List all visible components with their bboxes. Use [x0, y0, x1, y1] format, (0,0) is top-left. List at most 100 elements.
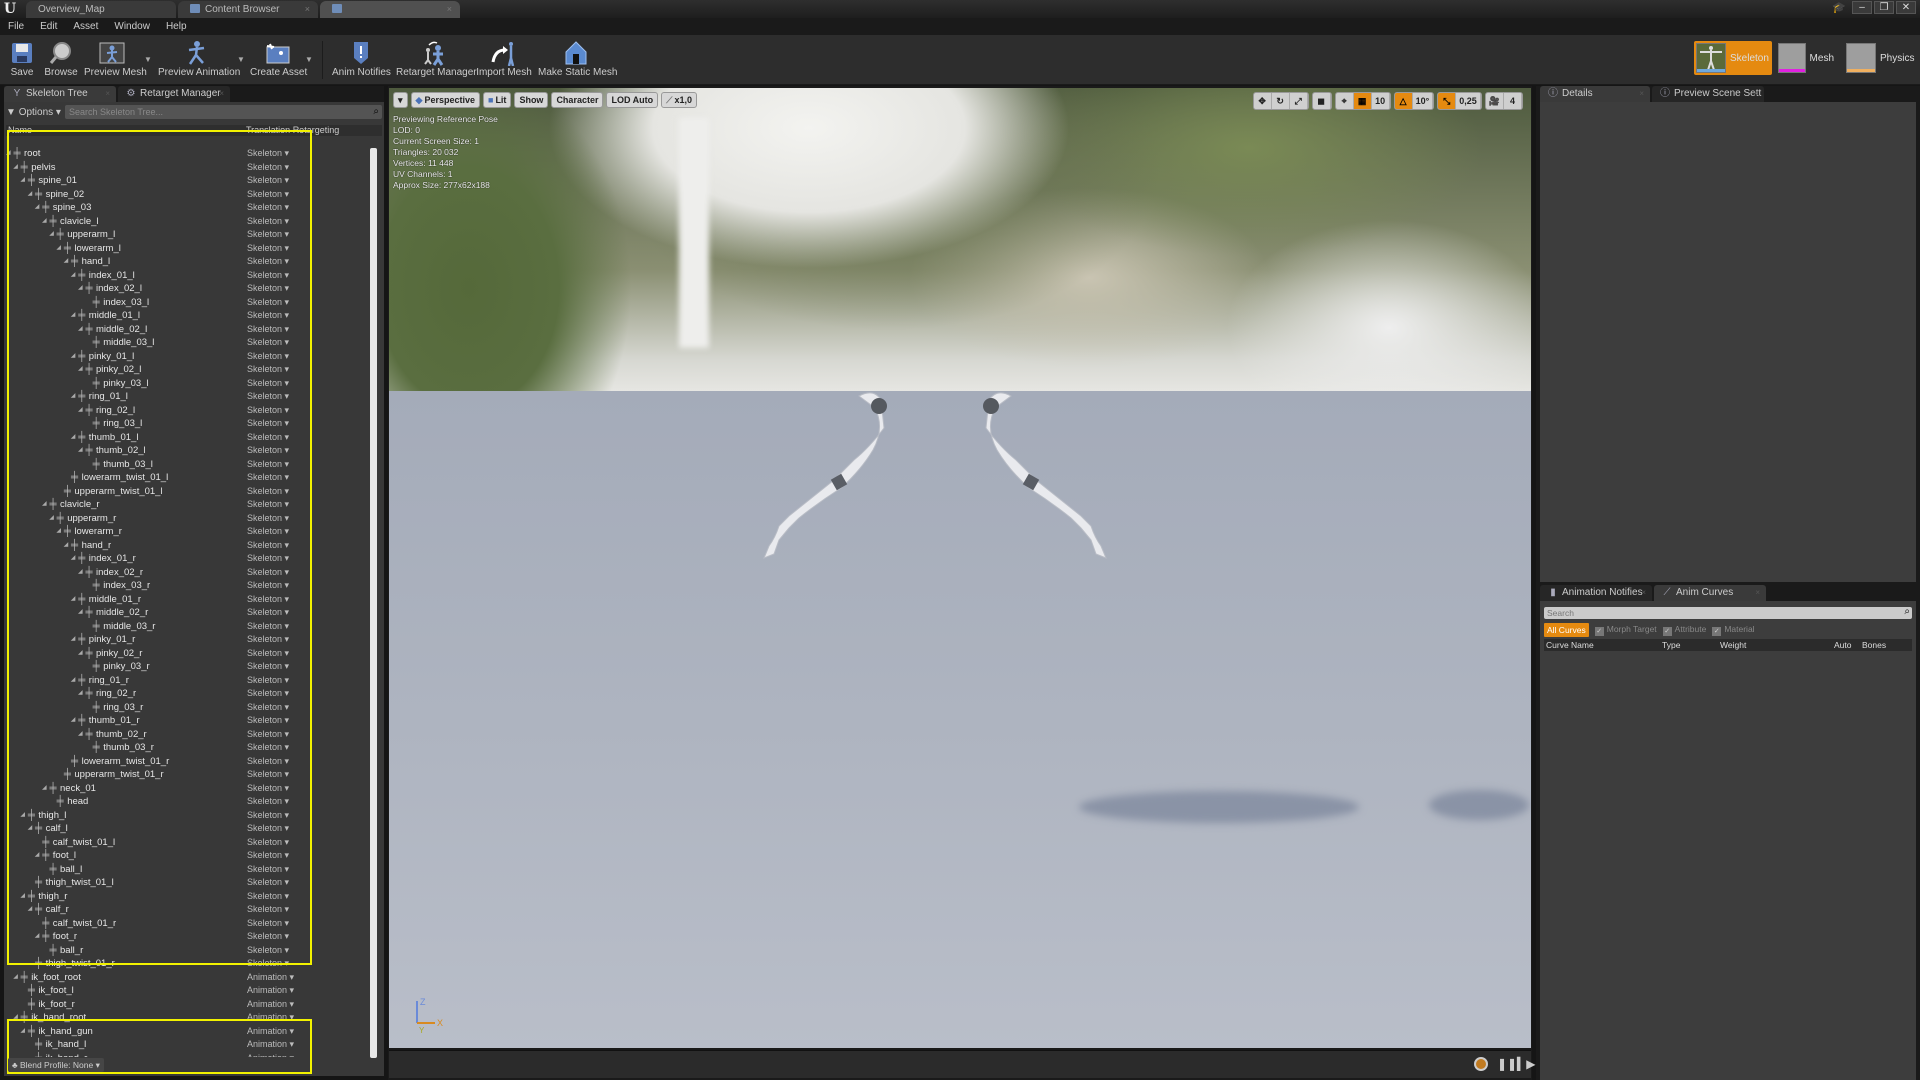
- viewport-options-dropdown[interactable]: ▾: [393, 92, 408, 108]
- preview-mesh-dropdown-icon[interactable]: ▼: [144, 55, 152, 64]
- bone-row[interactable]: ◢ ╪ calf_r Skeleton ▾: [6, 903, 366, 917]
- translation-retargeting-dropdown[interactable]: Skeleton ▾: [247, 849, 289, 863]
- translation-retargeting-dropdown[interactable]: Animation ▾: [247, 998, 294, 1012]
- translation-retargeting-dropdown[interactable]: Skeleton ▾: [247, 674, 289, 688]
- close-tab-icon[interactable]: ×: [1641, 585, 1646, 601]
- bone-row[interactable]: ◢ ╪ spine_01 Skeleton ▾: [6, 174, 366, 188]
- preview-mesh-button[interactable]: Preview Mesh: [84, 37, 147, 81]
- bone-row[interactable]: ╪ middle_03_l Skeleton ▾: [6, 336, 366, 350]
- bone-row[interactable]: ╪ ik_foot_r Animation ▾: [6, 998, 366, 1012]
- bone-row[interactable]: ╪ thumb_03_r Skeleton ▾: [6, 741, 366, 755]
- translation-retargeting-dropdown[interactable]: Skeleton ▾: [247, 444, 289, 458]
- translation-retargeting-dropdown[interactable]: Skeleton ▾: [247, 917, 289, 931]
- menu-asset[interactable]: Asset: [73, 18, 106, 35]
- translation-retargeting-dropdown[interactable]: Skeleton ▾: [247, 282, 289, 296]
- bone-row[interactable]: ◢ ╪ foot_l Skeleton ▾: [6, 849, 366, 863]
- translation-retargeting-dropdown[interactable]: Skeleton ▾: [247, 471, 289, 485]
- bone-row[interactable]: ╪ ik_foot_l Animation ▾: [6, 984, 366, 998]
- bone-row[interactable]: ◢ ╪ thumb_01_r Skeleton ▾: [6, 714, 366, 728]
- bone-row[interactable]: ╪ ball_r Skeleton ▾: [6, 944, 366, 958]
- translation-retargeting-dropdown[interactable]: Skeleton ▾: [247, 890, 289, 904]
- grid-snap-toggle[interactable]: ▦: [1353, 93, 1372, 109]
- translation-retargeting-dropdown[interactable]: Skeleton ▾: [247, 485, 289, 499]
- blend-profile-dropdown[interactable]: ♣ Blend Profile: None ▾: [8, 1058, 104, 1072]
- translation-retargeting-dropdown[interactable]: Skeleton ▾: [247, 701, 289, 715]
- translation-retargeting-dropdown[interactable]: Skeleton ▾: [247, 836, 289, 850]
- translation-retargeting-dropdown[interactable]: Skeleton ▾: [247, 579, 289, 593]
- perspective-button[interactable]: ◆ Perspective: [410, 92, 480, 108]
- lit-button[interactable]: ■ Lit: [483, 92, 512, 108]
- make-static-mesh-button[interactable]: Make Static Mesh: [538, 37, 617, 81]
- menu-window[interactable]: Window: [114, 18, 158, 35]
- translation-retargeting-dropdown[interactable]: Skeleton ▾: [247, 552, 289, 566]
- translation-retargeting-dropdown[interactable]: Skeleton ▾: [247, 660, 289, 674]
- translation-retargeting-dropdown[interactable]: Skeleton ▾: [247, 539, 289, 553]
- tree-scrollbar[interactable]: [370, 148, 377, 1058]
- bone-row[interactable]: ╪ thumb_03_l Skeleton ▾: [6, 458, 366, 472]
- bone-row[interactable]: ╪ middle_03_r Skeleton ▾: [6, 620, 366, 634]
- morph-target-filter[interactable]: ✓ Morph Target: [1594, 624, 1657, 636]
- bone-row[interactable]: ◢ ╪ calf_l Skeleton ▾: [6, 822, 366, 836]
- browse-button[interactable]: Browse: [42, 37, 80, 81]
- scale-mode-icon[interactable]: ⤢: [1290, 93, 1308, 109]
- translation-retargeting-dropdown[interactable]: Skeleton ▾: [247, 498, 289, 512]
- translation-retargeting-dropdown[interactable]: Skeleton ▾: [247, 174, 289, 188]
- translation-retargeting-dropdown[interactable]: Skeleton ▾: [247, 876, 289, 890]
- bone-row[interactable]: ◢ ╪ hand_r Skeleton ▾: [6, 539, 366, 553]
- bone-row[interactable]: ◢ ╪ ik_hand_gun Animation ▾: [6, 1025, 366, 1039]
- bone-row[interactable]: ◢ ╪ pinky_02_r Skeleton ▾: [6, 647, 366, 661]
- translation-retargeting-dropdown[interactable]: Skeleton ▾: [247, 728, 289, 742]
- bone-row[interactable]: ◢ ╪ thigh_l Skeleton ▾: [6, 809, 366, 823]
- bone-row[interactable]: ╪ upperarm_twist_01_r Skeleton ▾: [6, 768, 366, 782]
- translation-retargeting-dropdown[interactable]: Animation ▾: [247, 1025, 294, 1039]
- record-button[interactable]: [1474, 1057, 1488, 1071]
- bone-row[interactable]: ◢ ╪ pinky_01_r Skeleton ▾: [6, 633, 366, 647]
- tab-skeleton-tree[interactable]: Y Skeleton Tree ×: [4, 86, 116, 102]
- column-name[interactable]: Name: [6, 125, 246, 136]
- scale-snap-value[interactable]: 0,25: [1456, 93, 1481, 109]
- translation-retargeting-dropdown[interactable]: Skeleton ▾: [247, 606, 289, 620]
- bone-row[interactable]: ◢ ╪ thigh_r Skeleton ▾: [6, 890, 366, 904]
- save-button[interactable]: Save: [4, 37, 40, 81]
- close-tab-icon[interactable]: ×: [219, 86, 224, 102]
- search-skeleton-tree-input[interactable]: Search Skeleton Tree... ⌕: [64, 105, 382, 119]
- all-curves-button[interactable]: All Curves: [1544, 623, 1589, 637]
- bone-row[interactable]: ╪ upperarm_twist_01_l Skeleton ▾: [6, 485, 366, 499]
- translation-retargeting-dropdown[interactable]: Skeleton ▾: [247, 323, 289, 337]
- bone-row[interactable]: ╪ ik_hand_l Animation ▾: [6, 1038, 366, 1052]
- tab-skeleton-editor[interactable]: SK_Mannequin_Arms_Ske×: [320, 1, 460, 32]
- bone-row[interactable]: ◢ ╪ index_02_l Skeleton ▾: [6, 282, 366, 296]
- translation-retargeting-dropdown[interactable]: Skeleton ▾: [247, 269, 289, 283]
- translation-retargeting-dropdown[interactable]: Animation ▾: [247, 971, 294, 985]
- bone-row[interactable]: ◢ ╪ clavicle_l Skeleton ▾: [6, 215, 366, 229]
- mode-physics-button[interactable]: Physics: [1844, 41, 1920, 75]
- show-button[interactable]: Show: [514, 92, 549, 108]
- translation-retargeting-dropdown[interactable]: Animation ▾: [247, 1038, 294, 1052]
- column-type[interactable]: Type: [1662, 639, 1680, 651]
- translation-retargeting-dropdown[interactable]: Skeleton ▾: [247, 903, 289, 917]
- close-tab-icon[interactable]: ×: [1753, 86, 1758, 102]
- playback-speed-button[interactable]: ⟋ x1,0: [661, 92, 697, 108]
- bone-row[interactable]: ◢ ╪ lowerarm_l Skeleton ▾: [6, 242, 366, 256]
- translation-retargeting-dropdown[interactable]: Skeleton ▾: [247, 593, 289, 607]
- preview-animation-dropdown-icon[interactable]: ▼: [237, 55, 245, 64]
- bone-row[interactable]: ◢ ╪ ring_01_l Skeleton ▾: [6, 390, 366, 404]
- bone-row[interactable]: ◢ ╪ hand_l Skeleton ▾: [6, 255, 366, 269]
- translation-retargeting-dropdown[interactable]: Skeleton ▾: [247, 215, 289, 229]
- translation-retargeting-dropdown[interactable]: Animation ▾: [247, 1052, 294, 1058]
- bone-row[interactable]: ◢ ╪ ik_foot_root Animation ▾: [6, 971, 366, 985]
- bone-row[interactable]: ◢ ╪ middle_01_l Skeleton ▾: [6, 309, 366, 323]
- translation-retargeting-dropdown[interactable]: Skeleton ▾: [247, 390, 289, 404]
- scale-snap-toggle[interactable]: ⤡: [1438, 93, 1457, 109]
- translation-retargeting-dropdown[interactable]: Skeleton ▾: [247, 930, 289, 944]
- bone-row[interactable]: ◢ ╪ thumb_02_l Skeleton ▾: [6, 444, 366, 458]
- bone-row[interactable]: ◢ ╪ pelvis Skeleton ▾: [6, 161, 366, 175]
- translation-retargeting-dropdown[interactable]: Skeleton ▾: [247, 647, 289, 661]
- bone-row[interactable]: ◢ ╪ upperarm_l Skeleton ▾: [6, 228, 366, 242]
- tab-details[interactable]: ⓘ Details ×: [1540, 86, 1650, 102]
- world-local-icon[interactable]: ◼: [1313, 93, 1331, 109]
- translation-retargeting-dropdown[interactable]: Skeleton ▾: [247, 363, 289, 377]
- close-button[interactable]: ✕: [1896, 1, 1916, 14]
- translation-retargeting-dropdown[interactable]: Skeleton ▾: [247, 336, 289, 350]
- bone-row[interactable]: ╪ thigh_twist_01_r Skeleton ▾: [6, 957, 366, 971]
